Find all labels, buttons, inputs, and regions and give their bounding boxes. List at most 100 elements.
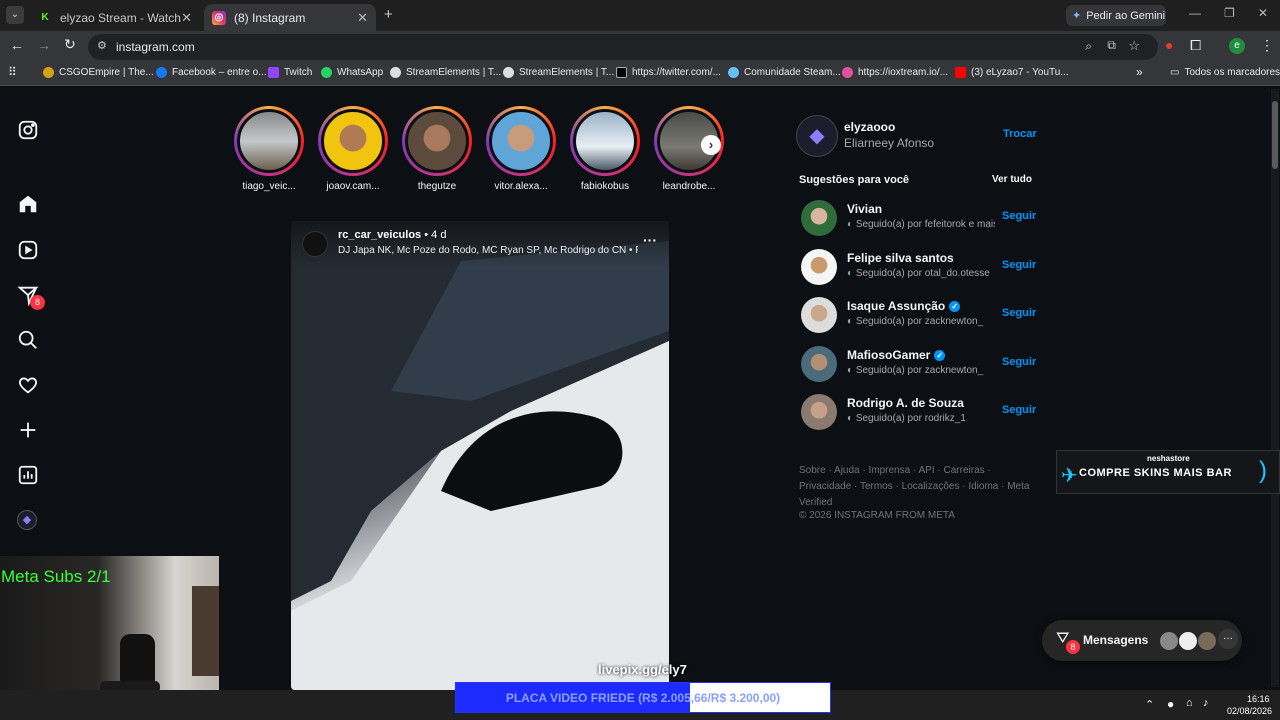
- heart-icon[interactable]: [17, 374, 41, 398]
- messages-button[interactable]: ⛛ 8 Mensagens ···: [1042, 620, 1242, 661]
- browser-toolbar: ← → ↻ ⚙ instagram.com ⌕ ⧉ ☆ ● ⧠ e ⋮: [0, 31, 1280, 61]
- twitch-icon: [268, 67, 279, 78]
- avatar[interactable]: [801, 200, 837, 236]
- bookmark-item[interactable]: StreamElements | T...: [503, 67, 614, 78]
- instagram-favicon-icon: ◎: [212, 10, 226, 25]
- avatar[interactable]: [801, 394, 837, 430]
- story-item[interactable]: tiago_veic...: [234, 106, 304, 192]
- ad-text: COMPRE SKINS MAIS BAR: [1079, 467, 1232, 479]
- bookmark-item[interactable]: Twitch: [268, 67, 312, 78]
- back-icon[interactable]: ←: [10, 37, 24, 53]
- restore-icon[interactable]: ❐: [1224, 6, 1235, 20]
- verified-badge-icon: ✓: [934, 350, 946, 361]
- story-avatar: [489, 109, 553, 173]
- page-scrollbar[interactable]: [1271, 89, 1279, 687]
- post-author[interactable]: rc_car_veiculos • 4 d: [338, 229, 446, 241]
- current-user-avatar[interactable]: ◆: [796, 115, 838, 157]
- follow-button[interactable]: Seguir: [1002, 356, 1036, 368]
- address-bar[interactable]: ⚙ instagram.com ⌕ ⧉ ☆: [88, 34, 1158, 60]
- install-icon[interactable]: ⧉: [1107, 38, 1116, 53]
- ioxtream-icon: [842, 67, 853, 78]
- tab-kick[interactable]: K elyzao Stream - Watch Live on K ✕: [30, 4, 200, 31]
- all-bookmarks-folder[interactable]: ▭ Todos os marcadores: [1170, 67, 1280, 78]
- message-avatar: [1160, 632, 1178, 650]
- follow-button[interactable]: Seguir: [1002, 210, 1036, 222]
- scrollbar-thumb[interactable]: [1272, 101, 1278, 169]
- volume-icon[interactable]: ♪: [1203, 697, 1209, 709]
- minimize-icon[interactable]: —: [1189, 6, 1201, 20]
- site-info-icon[interactable]: ⚙: [97, 39, 107, 52]
- rifle-icon: ✈: [1061, 465, 1078, 487]
- reload-icon[interactable]: ↻: [64, 36, 76, 53]
- tray-chevron-icon[interactable]: ⌃: [1145, 698, 1154, 711]
- bookmark-item[interactable]: https://twitter.com/...: [616, 67, 721, 78]
- follow-button[interactable]: Seguir: [1002, 404, 1036, 416]
- reels-icon[interactable]: [17, 239, 41, 263]
- more-bookmarks-icon[interactable]: »: [1136, 65, 1143, 79]
- tab-list-button[interactable]: ⌄: [6, 6, 24, 24]
- story-avatar: [237, 109, 301, 173]
- gemini-button[interactable]: ✦ Pedir ao Gemini: [1066, 5, 1166, 26]
- suggestions-title: Sugestões para você: [799, 174, 910, 186]
- ad-banner: neshastore COMPRE SKINS MAIS BAR ✈ ): [1056, 450, 1280, 494]
- story-item[interactable]: joaov.cam...: [318, 106, 388, 192]
- extension-icon[interactable]: ●: [1165, 37, 1173, 53]
- post-audio[interactable]: DJ Japa NK, Mc Poze do Rodo, MC Ryan SP,…: [338, 245, 638, 256]
- livepix-text: livepix.gg/ely7: [598, 662, 687, 677]
- story-avatar: [405, 109, 469, 173]
- avatar[interactable]: [801, 346, 837, 382]
- youtube-icon: [955, 67, 966, 78]
- knife-icon: ): [1259, 457, 1267, 484]
- clock-date[interactable]: 02/08/2026: [1227, 706, 1272, 716]
- clock-time[interactable]: 16:16: [1247, 694, 1270, 704]
- bookmark-item[interactable]: Facebook – entre o...: [156, 67, 267, 78]
- profile-avatar[interactable]: e: [1229, 38, 1245, 54]
- search-icon[interactable]: [17, 329, 41, 353]
- profile-avatar-icon[interactable]: ◆: [17, 510, 41, 534]
- close-window-icon[interactable]: ✕: [1258, 6, 1268, 20]
- folder-icon: ▭: [1170, 67, 1180, 78]
- story-item[interactable]: fabiokobus: [570, 106, 640, 192]
- extensions-puzzle-icon[interactable]: ⧠: [1190, 37, 1201, 54]
- bookmark-star-icon[interactable]: ☆: [1128, 38, 1140, 54]
- switch-account-link[interactable]: Trocar: [1003, 128, 1037, 140]
- bookmark-item[interactable]: (3) eLyzao7 - YouTu...: [955, 67, 1069, 78]
- post-author-avatar[interactable]: [302, 231, 328, 257]
- new-tab-button[interactable]: +: [384, 6, 393, 23]
- story-item[interactable]: vitor.alexa...: [486, 106, 556, 192]
- follow-button[interactable]: Seguir: [1002, 259, 1036, 271]
- bookmark-item[interactable]: StreamElements | T...: [390, 67, 501, 78]
- post-header: [291, 221, 669, 267]
- more-options-icon[interactable]: ···: [643, 232, 657, 248]
- see-all-link[interactable]: Ver tudo: [992, 174, 1032, 185]
- apps-icon[interactable]: ⠿: [8, 65, 17, 79]
- streamelements-icon: [503, 67, 514, 78]
- bookmark-item[interactable]: WhatsApp: [321, 67, 383, 78]
- dashboard-icon[interactable]: [17, 464, 41, 488]
- home-icon[interactable]: [17, 193, 41, 217]
- close-tab-icon[interactable]: ✕: [181, 10, 192, 26]
- bookmark-item[interactable]: CSGOEmpire | The...: [43, 67, 154, 78]
- create-icon[interactable]: [17, 419, 41, 443]
- messages-icon[interactable]: 8: [17, 284, 45, 310]
- current-username[interactable]: elyzaooo: [844, 120, 895, 134]
- avatar[interactable]: [801, 249, 837, 285]
- zoom-icon[interactable]: ⌕: [1085, 39, 1092, 54]
- messages-label: Mensagens: [1083, 633, 1149, 647]
- network-icon[interactable]: ⌂: [1186, 697, 1193, 709]
- bookmark-item[interactable]: Comunidade Steam...: [728, 67, 841, 78]
- avatar[interactable]: [801, 297, 837, 333]
- footer-links[interactable]: Sobre · Ajuda · Imprensa · API · Carreir…: [799, 463, 1039, 511]
- menu-icon[interactable]: ⋮: [1260, 37, 1274, 54]
- tab-instagram[interactable]: ◎ (8) Instagram ✕: [204, 4, 376, 31]
- close-tab-icon[interactable]: ✕: [357, 10, 368, 26]
- story-item[interactable]: thegutze: [402, 106, 472, 192]
- follow-button[interactable]: Seguir: [1002, 307, 1036, 319]
- mutual-avatars-icon: ◐: [847, 268, 854, 279]
- forward-icon[interactable]: →: [37, 37, 51, 53]
- bookmark-item[interactable]: https://ioxtream.io/...: [842, 67, 948, 78]
- microphone-icon[interactable]: ●: [1167, 697, 1174, 711]
- instagram-logo-icon[interactable]: [17, 119, 41, 143]
- reel-post[interactable]: rc_car_veiculos • 4 d DJ Japa NK, Mc Poz…: [291, 221, 669, 690]
- stories-next-icon[interactable]: ›: [701, 135, 721, 155]
